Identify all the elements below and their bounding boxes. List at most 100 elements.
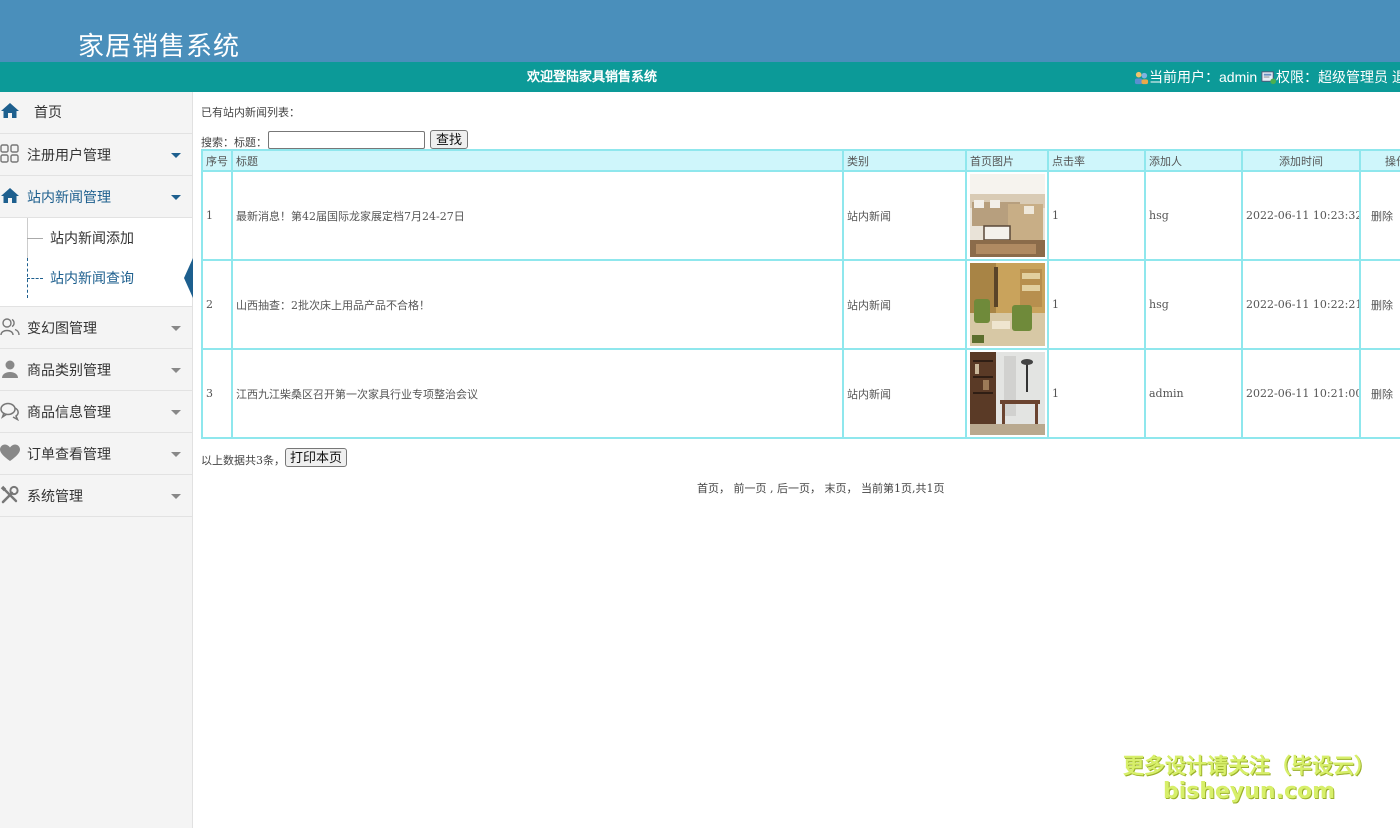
cell-author: hsg <box>1144 259 1243 350</box>
info-bar: 欢迎登陆家具销售系统 当前用户：admin 权限：超级管理员 退出 <box>0 62 1400 92</box>
active-indicator-icon <box>184 258 193 298</box>
prev-page-link[interactable]: 前一页 <box>734 482 767 495</box>
column-header: 类别 <box>842 149 967 172</box>
welcome-message: 欢迎登陆家具销售系统 <box>526 69 657 84</box>
list-caption: 已有站内新闻列表： <box>201 106 300 119</box>
sidebar-item-carousel[interactable]: 变幻图管理 <box>0 307 192 349</box>
cell-actions: 删除修改 <box>1359 170 1400 261</box>
cell-time: 2022-06-11 10:23:32 <box>1241 170 1361 261</box>
submenu-item-label: 站内新闻查询 <box>50 270 134 286</box>
cell-author: hsg <box>1144 170 1243 261</box>
column-header: 标题 <box>231 149 844 172</box>
cell-time: 2022-06-11 10:22:21 <box>1241 259 1361 350</box>
watermark: 更多设计请关注（毕设云） bisheyun.com <box>1118 752 1380 804</box>
user-group-icon <box>1134 71 1149 85</box>
delete-link[interactable]: 删除 <box>1371 388 1393 401</box>
cell-title: 最新消息！第42届国际龙家展定档7月24-27日 <box>231 170 844 261</box>
cell-category: 站内新闻 <box>842 259 967 350</box>
column-header: 添加人 <box>1144 149 1243 172</box>
sidebar-item-label: 商品类别管理 <box>27 362 111 378</box>
sofa-living-room-photo <box>970 174 1045 257</box>
chevron-down-icon <box>171 494 181 499</box>
user-info: 当前用户：admin 权限：超级管理员 退出 <box>1134 62 1400 92</box>
search-label: 搜索：标题： <box>201 136 267 149</box>
column-header: 操作 <box>1359 149 1400 172</box>
total-count: 以上数据共3条， <box>201 454 285 467</box>
sidebar: 首页 注册用户管理 站内新闻管理 站内新闻添加 站内新闻查询 变幻图管理 商品类… <box>0 92 193 828</box>
sidebar-item-label: 站内新闻管理 <box>27 189 111 205</box>
chevron-down-icon <box>171 368 181 373</box>
top-banner: 家居销售系统 <box>0 0 1400 62</box>
cell-time: 2022-06-11 10:21:00 <box>1241 348 1361 439</box>
cell-image <box>965 259 1049 350</box>
cell-no: 2 <box>201 259 233 350</box>
cell-title: 山西抽查：2批次床上用品产品不合格！ <box>231 259 844 350</box>
heart-icon <box>0 444 20 461</box>
cell-category: 站内新闻 <box>842 348 967 439</box>
cell-image <box>965 170 1049 261</box>
sidebar-item-category[interactable]: 商品类别管理 <box>0 349 192 391</box>
grid-icon <box>0 144 19 163</box>
chevron-down-icon <box>171 195 181 200</box>
sidebar-item-system[interactable]: 系统管理 <box>0 475 192 517</box>
print-button[interactable]: 打印本页 <box>285 448 347 467</box>
submenu-item-label: 站内新闻添加 <box>50 230 134 246</box>
tree-branch <box>27 238 43 239</box>
chat-icon <box>0 402 19 421</box>
table-row: 1 最新消息！第42届国际龙家展定档7月24-27日 站内新闻 1 hsg 20… <box>201 170 1400 261</box>
home-icon <box>1 103 19 118</box>
sidebar-item-news[interactable]: 站内新闻管理 <box>0 176 192 218</box>
delete-link[interactable]: 删除 <box>1371 210 1393 223</box>
cell-no: 1 <box>201 170 233 261</box>
cell-no: 3 <box>201 348 233 439</box>
sidebar-item-label: 注册用户管理 <box>27 147 111 163</box>
sidebar-item-users[interactable]: 注册用户管理 <box>0 134 192 176</box>
cell-category: 站内新闻 <box>842 170 967 261</box>
user-icon <box>2 360 18 378</box>
chevron-down-icon <box>171 410 181 415</box>
current-user-label: 当前用户：admin <box>1149 69 1258 85</box>
logout-link[interactable]: 退出 <box>1392 69 1400 85</box>
permission-icon <box>1261 71 1277 85</box>
first-page-link[interactable]: 首页 <box>697 482 719 495</box>
watermark-line: 更多设计请关注（毕设云） <box>1123 754 1375 778</box>
sidebar-item-label: 系统管理 <box>27 488 83 504</box>
sidebar-item-orders[interactable]: 订单查看管理 <box>0 433 192 475</box>
sidebar-item-label: 商品信息管理 <box>27 404 111 420</box>
cell-clicks: 1 <box>1047 348 1146 439</box>
table-row: 2 山西抽查：2批次床上用品产品不合格！ 站内新闻 1 hsg 2022-06-… <box>201 259 1400 350</box>
cell-title: 江西九江柴桑区召开第一次家具行业专项整治会议 <box>231 348 844 439</box>
cell-actions: 删除修改 <box>1359 348 1400 439</box>
sidebar-item-label: 变幻图管理 <box>27 320 97 336</box>
cell-actions: 删除修改 <box>1359 259 1400 350</box>
permission-label: 权限：超级管理员 <box>1276 69 1389 85</box>
news-submenu: 站内新闻添加 站内新闻查询 <box>0 218 193 307</box>
cell-clicks: 1 <box>1047 170 1146 261</box>
sidebar-item-label: 首页 <box>34 104 62 120</box>
next-page-link[interactable]: 后一页 <box>777 482 810 495</box>
submenu-item-news-add[interactable]: 站内新闻添加 <box>0 218 192 258</box>
users-icon <box>0 318 20 336</box>
last-page-link[interactable]: 末页 <box>825 482 847 495</box>
tools-icon <box>0 485 19 504</box>
tree-branch <box>27 278 43 279</box>
chevron-down-icon <box>171 452 181 457</box>
column-header: 首页图片 <box>965 149 1049 172</box>
table-header-row: 序号 标题 类别 首页图片 点击率 添加人 添加时间 操作 <box>201 149 1400 172</box>
search-button[interactable]: 查找 <box>430 130 468 149</box>
pagination: 首页， 前一页 , 后一页， 末页， 当前第1页,共1页 <box>697 482 945 495</box>
search-input[interactable] <box>268 131 425 149</box>
delete-link[interactable]: 删除 <box>1371 299 1393 312</box>
chevron-down-icon <box>171 153 181 158</box>
column-header: 点击率 <box>1047 149 1146 172</box>
green-chairs-room-photo <box>970 263 1045 346</box>
submenu-item-news-query[interactable]: 站内新闻查询 <box>0 258 193 306</box>
sidebar-item-product[interactable]: 商品信息管理 <box>0 391 192 433</box>
column-header: 添加时间 <box>1241 149 1361 172</box>
cell-image <box>965 348 1049 439</box>
table-row: 3 江西九江柴桑区召开第一次家具行业专项整治会议 站内新闻 1 admin 20… <box>201 348 1400 439</box>
watermark-url: bisheyun.com <box>1162 779 1336 804</box>
sidebar-item-label: 订单查看管理 <box>27 446 111 462</box>
sidebar-item-home[interactable]: 首页 <box>0 92 192 134</box>
column-header: 序号 <box>201 149 233 172</box>
